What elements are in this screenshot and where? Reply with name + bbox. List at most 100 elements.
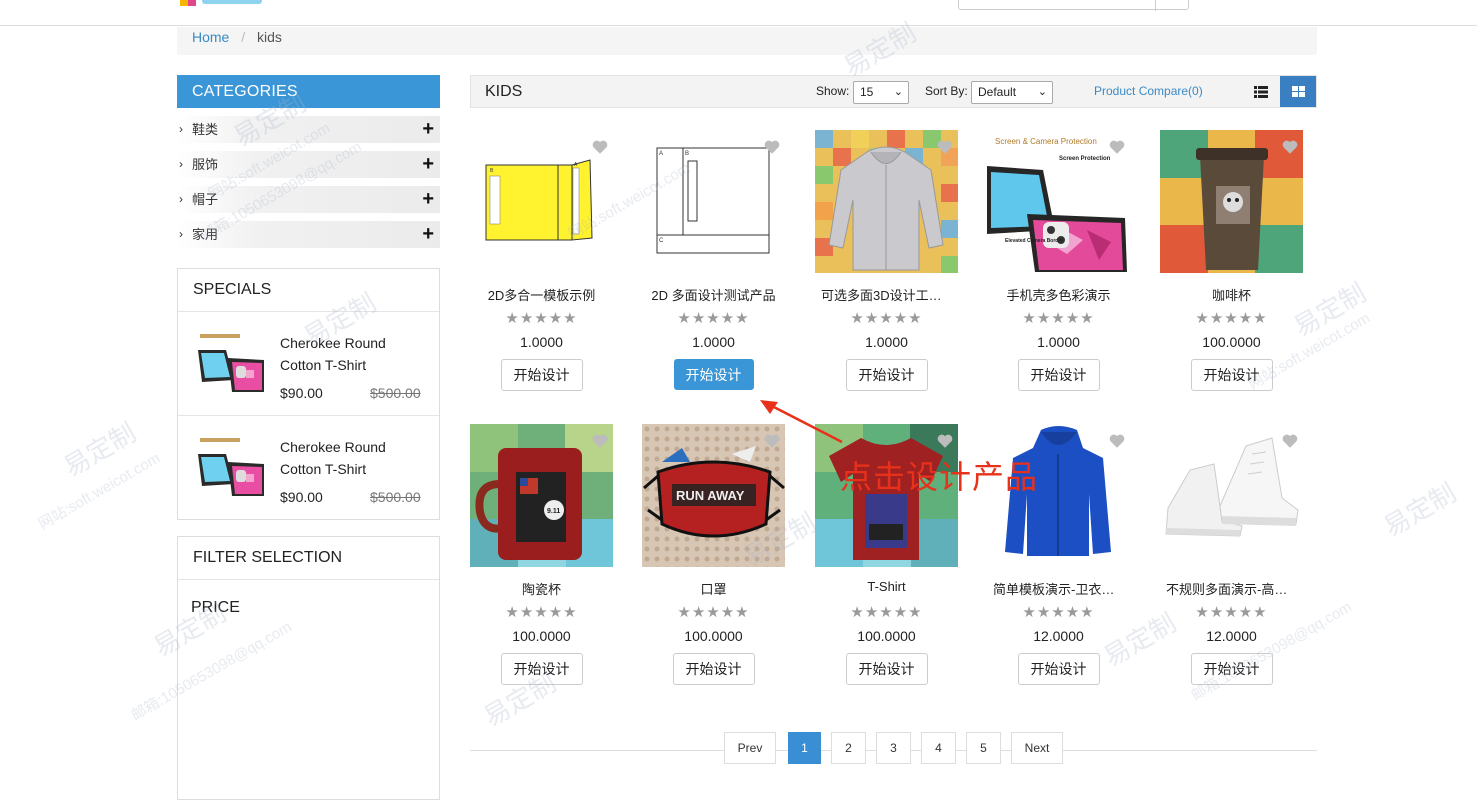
filter-title: FILTER SELECTION [178,537,439,580]
expand-plus-icon[interactable]: + [422,116,434,142]
category-item-hats[interactable]: › 帽子 + [177,186,440,213]
expand-plus-icon[interactable]: + [422,221,434,247]
wishlist-heart-icon[interactable] [936,138,954,156]
product-image[interactable]: B A [470,130,613,273]
product-name[interactable]: 简单模板演示-卫衣外套 [987,579,1130,597]
expand-plus-icon[interactable]: + [422,151,434,177]
special-name[interactable]: Cherokee Round Cotton T-Shirt [280,436,420,480]
pagination-page-3[interactable]: 3 [876,732,911,764]
product-price: 1.0000 [520,334,563,350]
product-name[interactable]: 不规则多面演示-高帮鞋 [1160,579,1303,597]
special-name[interactable]: Cherokee Round Cotton T-Shirt [280,332,420,376]
category-item-apparel[interactable]: › 服饰 + [177,151,440,178]
categories-title: CATEGORIES [177,75,440,108]
product-price: 12.0000 [1206,628,1257,644]
phone-case-sub2: Elevated Camera Border [1005,238,1063,244]
breadcrumb-home[interactable]: Home [192,29,229,45]
rating-stars: ★★★★★ [677,604,750,621]
product-name[interactable]: 可选多面3D设计工作服 [815,285,958,303]
phone-case-thumbnail[interactable] [196,434,266,498]
annotation-text: 点击设计产品 [840,458,1039,496]
wishlist-heart-icon[interactable] [591,138,609,156]
rating-stars: ★★★★★ [1195,604,1268,621]
start-design-button[interactable]: 开始设计 [845,653,928,685]
product-card: Screen & Camera Protection Screen Protec… [987,130,1130,391]
phone-case-title: Screen & Camera Protection [995,137,1097,146]
product-name[interactable]: 手机壳多色彩演示 [987,285,1130,303]
product-name[interactable]: 陶瓷杯 [470,579,613,597]
product-price: 100.0000 [857,628,916,644]
rating-stars: ★★★★★ [1195,310,1268,327]
special-item[interactable]: Cherokee Round Cotton T-Shirt $90.00 $50… [178,416,439,520]
sidebar: CATEGORIES › 鞋类 + › 服饰 + › 帽子 + › 家用 + S… [177,75,440,800]
breadcrumb: Home / kids [177,27,1317,55]
start-design-button[interactable]: 开始设计 [1017,653,1100,685]
wishlist-heart-icon[interactable] [763,138,781,156]
pagination-next[interactable]: Next [1011,732,1063,764]
special-old-price: $500.00 [370,385,421,401]
list-view-icon [1254,85,1268,98]
wishlist-heart-icon[interactable] [1281,138,1299,156]
pagination-prev[interactable]: Prev [724,732,776,764]
sort-select[interactable]: Default ⌄ [971,81,1053,104]
start-design-button[interactable]: 开始设计 [1190,359,1273,391]
start-design-button[interactable]: 开始设计 [500,653,583,685]
special-item[interactable]: Cherokee Round Cotton T-Shirt $90.00 $50… [178,312,439,416]
rating-stars: ★★★★★ [505,310,578,327]
product-name[interactable]: 2D 多面设计测试产品 [642,285,785,303]
pagination-page-5[interactable]: 5 [966,732,1001,764]
product-image[interactable] [815,130,958,273]
wishlist-heart-icon[interactable] [1108,432,1126,450]
category-item-home[interactable]: › 家用 + [177,221,440,248]
search-input[interactable] [958,0,1189,11]
start-design-button[interactable]: 开始设计 [672,653,755,685]
grid-view-icon [1291,86,1305,97]
specials-panel: SPECIALS Cherokee Round Cotton T-Shirt $… [177,268,440,520]
category-item-shoes[interactable]: › 鞋类 + [177,116,440,143]
product-name[interactable]: T-Shirt [815,579,958,597]
svg-text:B: B [685,151,689,157]
mask-text: RUN AWAY [676,488,745,503]
product-image[interactable]: Screen & Camera Protection Screen Protec… [987,130,1130,273]
rating-stars: ★★★★★ [850,310,923,327]
product-name[interactable]: 口罩 [642,579,785,597]
pagination-page-4[interactable]: 4 [921,732,956,764]
start-design-button[interactable]: 开始设计 [845,359,928,391]
chevron-right-icon: › [179,227,183,241]
wishlist-heart-icon[interactable] [1281,432,1299,450]
start-design-button[interactable]: 开始设计 [500,359,583,391]
start-design-button[interactable]: 开始设计 [1190,653,1273,685]
start-design-button[interactable]: 开始设计 [1017,359,1100,391]
filter-panel: FILTER SELECTION PRICE [177,536,440,800]
product-image[interactable]: 9.11 [470,424,613,567]
pagination-page-2[interactable]: 2 [831,732,866,764]
product-image[interactable] [1160,130,1303,273]
product-name[interactable]: 咖啡杯 [1160,285,1303,303]
grid-view-button[interactable] [1280,76,1316,107]
product-price: 12.0000 [1033,628,1084,644]
product-card: 咖啡杯 ★★★★★ 100.0000 开始设计 [1160,130,1303,391]
sort-label: Sort By: [925,84,968,98]
phone-case-thumbnail[interactable] [196,330,266,394]
start-design-button[interactable]: 开始设计 [673,359,754,390]
show-select[interactable]: 15 ⌄ [853,81,909,104]
product-price: 100.0000 [1202,334,1261,350]
breadcrumb-current: kids [257,29,282,45]
list-view-button[interactable] [1243,76,1279,107]
product-name[interactable]: 2D多合一模板示例 [470,285,613,303]
category-label: 服饰 [192,157,219,172]
product-card: RUN AWAY 口罩 ★★★★★ 100.0000 开始设计 [642,424,785,685]
expand-plus-icon[interactable]: + [422,186,434,212]
site-logo[interactable] [180,0,280,8]
product-image[interactable]: A B C [642,130,785,273]
svg-text:C: C [659,238,664,244]
product-image[interactable] [1160,424,1303,567]
wishlist-heart-icon[interactable] [591,432,609,450]
product-price: 100.0000 [684,628,743,644]
product-compare-link[interactable]: Product Compare(0) [1094,76,1203,107]
product-price: 100.0000 [512,628,571,644]
wishlist-heart-icon[interactable] [1108,138,1126,156]
pagination-page-1[interactable]: 1 [788,732,821,764]
phone-case-sub: Screen Protection [1059,156,1111,162]
wishlist-heart-icon[interactable] [936,432,954,450]
